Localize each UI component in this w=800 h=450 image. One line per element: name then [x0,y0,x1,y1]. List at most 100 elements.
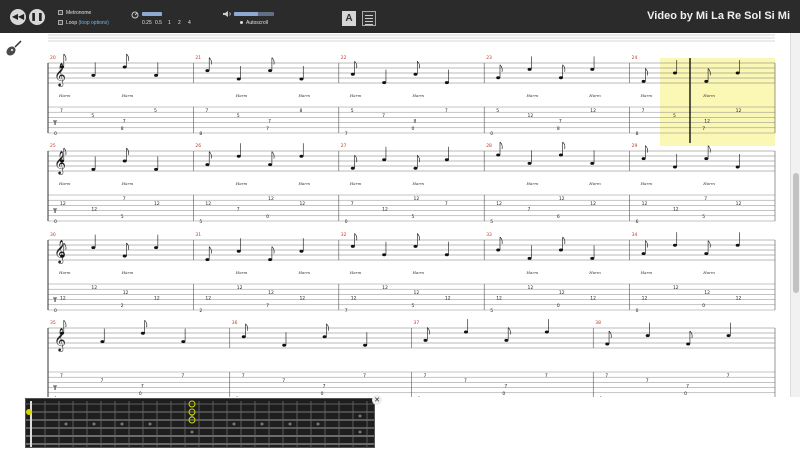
note-head [645,334,650,338]
fret-inlay [232,422,236,426]
tab-fret-number: 7 [445,108,448,114]
loop-checkbox[interactable] [58,20,63,25]
tab-bass-number: 6 [636,219,639,225]
vertical-scrollbar[interactable] [790,33,800,397]
tab-fret-number: 7 [60,108,63,114]
scroll-thumb[interactable] [793,173,799,293]
tab-fret-number: 5 [673,113,676,119]
autoscroll-radio[interactable] [240,21,243,24]
tab-bass-number: 0 [684,391,687,397]
note-flag [689,330,693,339]
note-head [463,330,468,334]
tab-bass-number: 2 [121,303,124,309]
metronome-checkbox[interactable] [58,10,63,15]
tab-bass-number: 5 [412,303,415,309]
close-icon: ✕ [374,396,380,404]
note-flag [126,53,130,62]
volume-slider[interactable] [234,12,274,16]
speed-option[interactable]: 1 [168,20,171,26]
tab-fret-number: 7 [686,383,689,389]
note-head [496,153,501,157]
tab-fret-number: 5 [91,113,94,119]
speed-option[interactable]: 4 [188,20,191,26]
note-head [672,165,677,169]
tab-fret-number: 7 [424,373,427,379]
note-head [496,248,501,252]
harm-label: Harm [297,270,310,275]
loop-options-link[interactable]: (loop options) [79,20,109,26]
note-head [154,167,159,171]
layout-grid-button[interactable] [362,11,376,26]
harm-label: Harm [58,181,71,186]
tablature-score[interactable]: 𝄞T20Harm75Harm7508217Harm57Harm88722Harm… [0,33,790,397]
note-flag [645,240,648,248]
note-head [527,67,532,71]
note-flag [499,236,503,245]
font-size-button[interactable]: A [342,11,356,26]
note-flag [499,141,503,150]
measure-number: 27 [341,143,347,149]
pause-icon: ❚❚ [30,12,44,21]
tab-bass-number: 0 [321,391,324,397]
tab-bass-number: 6 [557,214,560,220]
speed-option[interactable]: 0.5 [155,20,162,26]
note-head [91,73,96,77]
harm-label: Harm [235,93,248,98]
tab-fret-number: 12 [528,113,534,119]
note-head [268,69,273,73]
harm-label: Harm [588,93,601,98]
tab-fret-number: 12 [445,295,451,301]
tab-bass-number: 0 [345,219,348,225]
measure-number: 29 [632,143,638,149]
tab-fret-number: 12 [205,201,211,207]
loop-label: Loop (loop options) [66,20,109,26]
tab-bass-number: 0 [412,126,415,132]
measure-number: 22 [341,55,347,61]
tab-fret-number: 8 [299,108,302,114]
tab-bass-number: 0 [490,131,493,137]
tab-fret-number: 7 [528,206,531,212]
note-head [382,158,387,162]
tab-bass-number: 2 [199,308,202,314]
tab-fret-number: 12 [351,295,357,301]
tab-fret-number: 12 [673,206,679,212]
note-head [181,340,186,344]
harm-label: Harm [412,93,425,98]
tab-fret-number: 12 [704,290,710,296]
fretboard-panel[interactable] [25,398,375,448]
speed-option[interactable]: 2 [178,20,181,26]
note-flag [326,323,329,331]
tab-bass-number: 0 [236,396,239,397]
speed-slider[interactable] [142,12,162,16]
pause-button[interactable]: ❚❚ [29,9,45,25]
tab-fret-number: 12 [414,196,420,202]
note-head [236,249,241,253]
note-head [91,167,96,171]
tab-bass-number: 0 [54,396,57,397]
tab-fret-number: 12 [414,290,420,296]
tab-bass-number: 0 [54,308,57,314]
fret-inlay [288,422,292,426]
note-head [91,246,96,250]
tab-bass-number: 0 [139,391,142,397]
note-head [558,153,563,157]
tab-bass-number: 5 [490,219,493,225]
note-head [100,340,105,344]
measure-number: 33 [486,232,492,238]
tab-fret-number: 12 [205,295,211,301]
note-flag [271,57,275,65]
tab-fret-number: 12 [382,206,388,212]
close-fretboard-button[interactable]: ✕ [372,395,382,405]
note-flag [707,145,711,153]
harm-label: Harm [588,270,601,275]
measure-number: 21 [195,55,201,61]
note-head [282,343,287,347]
speed-option[interactable]: 0.25 [142,20,152,26]
note-head [205,258,210,262]
note-head [363,343,368,347]
note-head [672,243,677,247]
rewind-button[interactable]: ◀◀ [10,9,26,25]
measure-number: 34 [632,232,638,238]
tab-bass-number: 0 [702,303,705,309]
tab-fret-number: 12 [123,290,129,296]
